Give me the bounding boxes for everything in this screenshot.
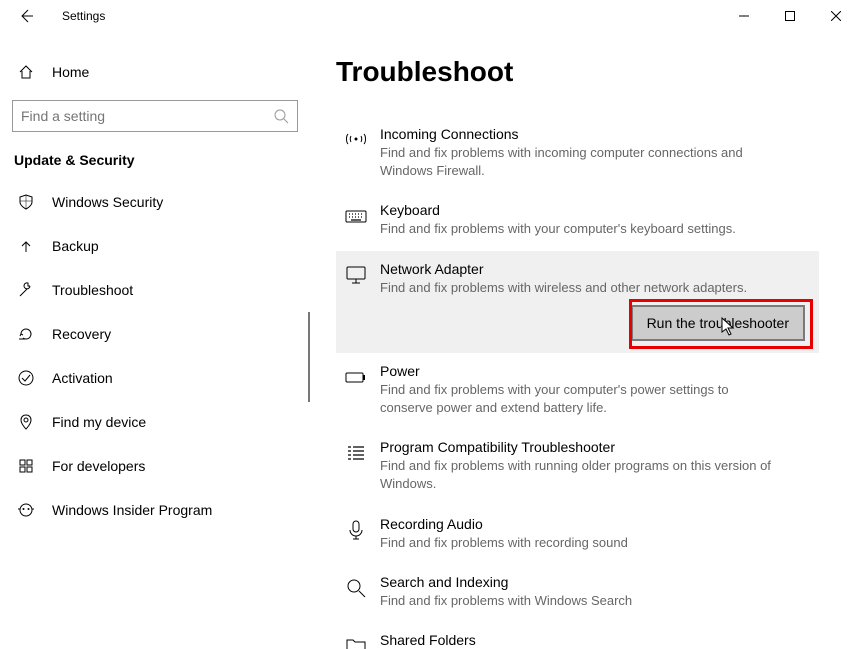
ts-item-desc: Find and fix problems with wireless and …: [380, 279, 747, 297]
monitor-icon: [340, 261, 372, 297]
ts-item-shared-folders[interactable]: Shared Folders: [336, 622, 819, 649]
ts-item-desc: Find and fix problems with recording sou…: [380, 534, 628, 552]
maximize-button[interactable]: [767, 0, 813, 32]
sidebar-item-label: Activation: [52, 370, 113, 386]
content-area: Troubleshoot Incoming Connections Find a…: [310, 32, 859, 649]
back-button[interactable]: [10, 0, 42, 32]
sidebar-item-backup[interactable]: Backup: [12, 224, 298, 268]
ts-item-desc: Find and fix problems with your computer…: [380, 381, 780, 417]
check-circle-icon: [16, 370, 36, 386]
list-icon: [340, 439, 372, 493]
ts-item-incoming-connections[interactable]: Incoming Connections Find and fix proble…: [336, 116, 819, 192]
keyboard-icon: [340, 202, 372, 238]
ts-item-label: Power: [380, 363, 780, 379]
home-label: Home: [52, 64, 89, 80]
ts-item-label: Recording Audio: [380, 516, 628, 532]
scroll-indicator[interactable]: [308, 312, 310, 402]
ts-item-label: Keyboard: [380, 202, 736, 218]
minimize-button[interactable]: [721, 0, 767, 32]
home-icon: [16, 64, 36, 80]
developers-icon: [16, 458, 36, 474]
ts-item-keyboard[interactable]: Keyboard Find and fix problems with your…: [336, 192, 819, 250]
ts-item-desc: Find and fix problems with incoming comp…: [380, 144, 780, 180]
sidebar-item-for-developers[interactable]: For developers: [12, 444, 298, 488]
insider-icon: [16, 502, 36, 518]
sidebar: Home Update & Security Windows Security …: [0, 32, 310, 649]
sidebar-item-label: Find my device: [52, 414, 146, 430]
location-icon: [16, 414, 36, 430]
ts-item-label: Program Compatibility Troubleshooter: [380, 439, 780, 455]
sidebar-item-label: Windows Insider Program: [52, 502, 212, 518]
search-icon: [273, 108, 289, 124]
home-button[interactable]: Home: [12, 52, 298, 92]
sidebar-item-label: Backup: [52, 238, 99, 254]
wrench-icon: [16, 282, 36, 298]
folder-icon: [340, 632, 372, 649]
title-bar: Settings: [0, 0, 859, 32]
sidebar-item-label: Recovery: [52, 326, 111, 342]
ts-item-search-indexing[interactable]: Search and Indexing Find and fix problem…: [336, 564, 819, 622]
sidebar-item-windows-security[interactable]: Windows Security: [12, 180, 298, 224]
close-button[interactable]: [813, 0, 859, 32]
window-controls: [721, 0, 859, 32]
backup-icon: [16, 238, 36, 254]
ts-item-recording-audio[interactable]: Recording Audio Find and fix problems wi…: [336, 506, 819, 564]
search-input[interactable]: [21, 108, 273, 124]
ts-item-desc: Find and fix problems with Windows Searc…: [380, 592, 632, 610]
sidebar-item-troubleshoot[interactable]: Troubleshoot: [12, 268, 298, 312]
ts-item-desc: Find and fix problems with your computer…: [380, 220, 736, 238]
microphone-icon: [340, 516, 372, 552]
section-label: Update & Security: [12, 152, 298, 168]
battery-icon: [340, 363, 372, 417]
ts-item-power[interactable]: Power Find and fix problems with your co…: [336, 353, 819, 429]
search-box[interactable]: [12, 100, 298, 132]
ts-item-label: Network Adapter: [380, 261, 747, 277]
sidebar-item-recovery[interactable]: Recovery: [12, 312, 298, 356]
sidebar-item-activation[interactable]: Activation: [12, 356, 298, 400]
antenna-icon: [340, 126, 372, 180]
ts-item-program-compatibility[interactable]: Program Compatibility Troubleshooter Fin…: [336, 429, 819, 505]
sidebar-item-find-my-device[interactable]: Find my device: [12, 400, 298, 444]
ts-item-network-adapter[interactable]: Network Adapter Find and fix problems wi…: [336, 251, 819, 353]
recovery-icon: [16, 326, 36, 342]
run-troubleshooter-button[interactable]: Run the troubleshooter: [631, 305, 805, 341]
ts-item-desc: Find and fix problems with running older…: [380, 457, 780, 493]
sidebar-item-windows-insider[interactable]: Windows Insider Program: [12, 488, 298, 532]
sidebar-item-label: Troubleshoot: [52, 282, 133, 298]
ts-item-label: Incoming Connections: [380, 126, 780, 142]
ts-item-label: Shared Folders: [380, 632, 476, 648]
shield-icon: [16, 194, 36, 210]
window-title: Settings: [62, 9, 105, 23]
ts-item-label: Search and Indexing: [380, 574, 632, 590]
page-title: Troubleshoot: [336, 56, 819, 88]
sidebar-item-label: Windows Security: [52, 194, 163, 210]
sidebar-item-label: For developers: [52, 458, 145, 474]
magnifier-icon: [340, 574, 372, 610]
